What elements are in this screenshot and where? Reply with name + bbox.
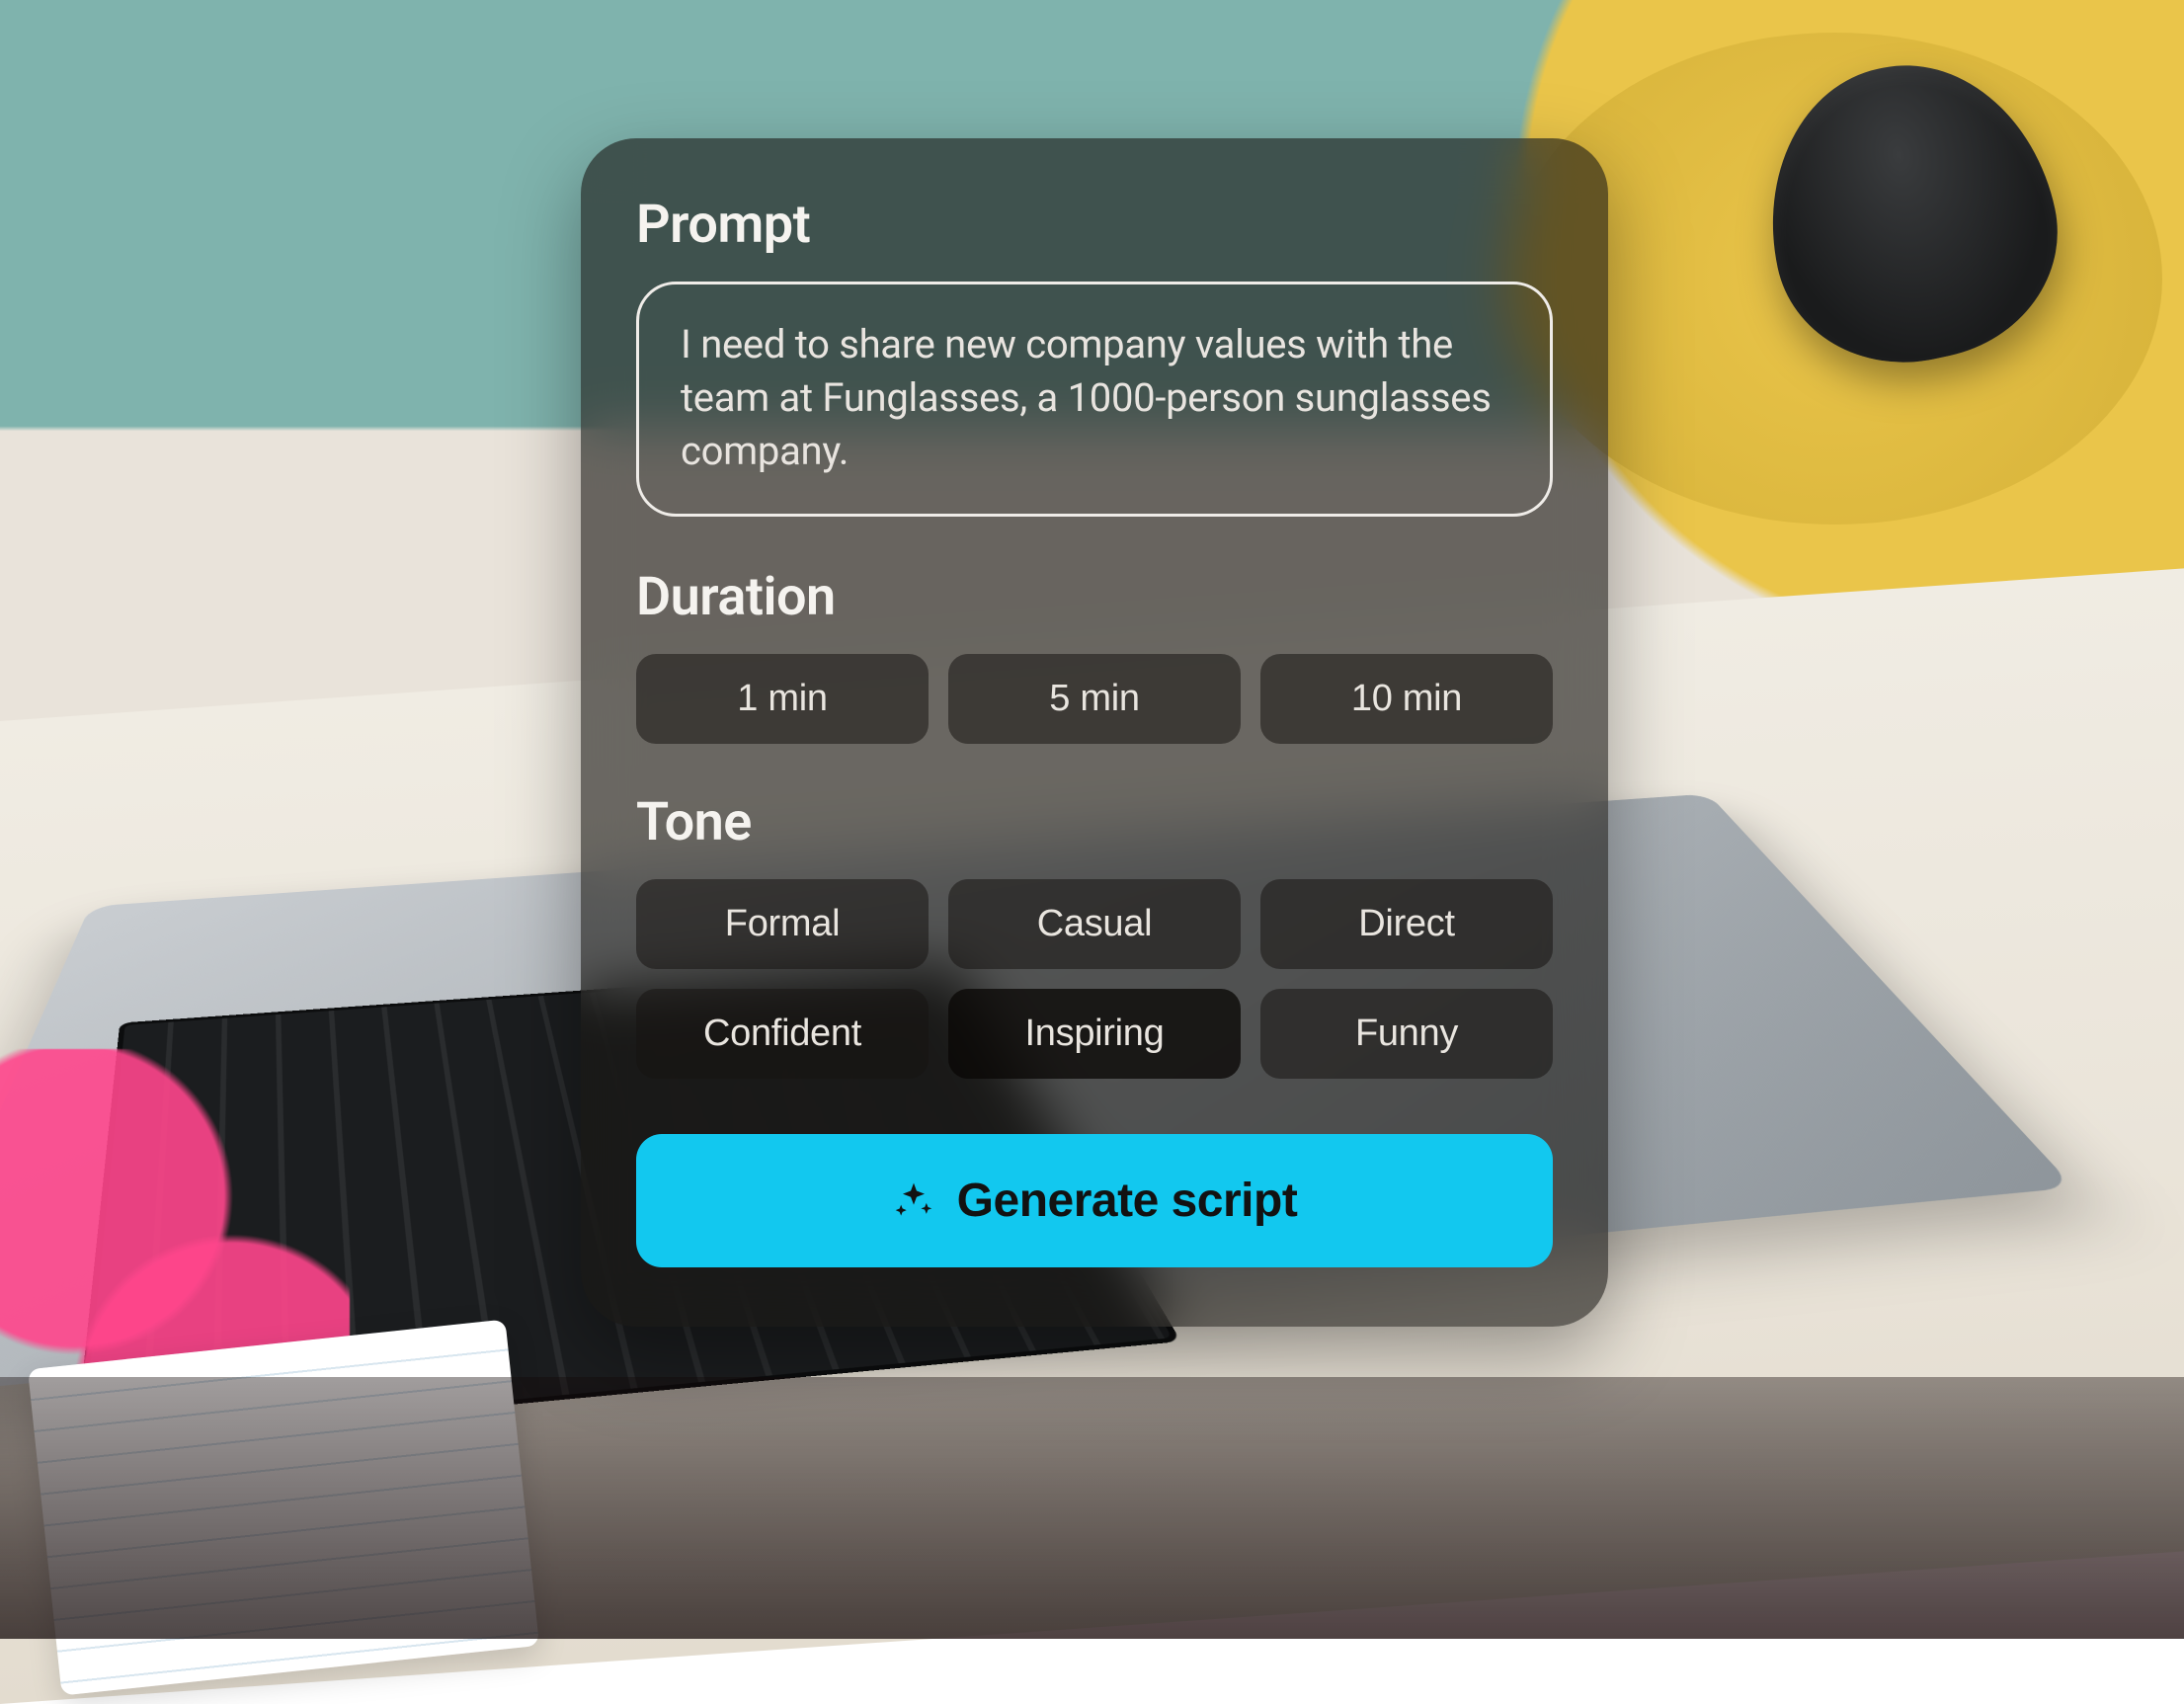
tone-option-confident[interactable]: Confident <box>636 989 929 1079</box>
background-under-desk-shadow <box>0 1377 2184 1639</box>
tone-option-direct[interactable]: Direct <box>1260 879 1553 969</box>
script-generator-card: Prompt I need to share new company value… <box>581 138 1608 1327</box>
prompt-input[interactable]: I need to share new company values with … <box>636 282 1553 517</box>
generate-script-button[interactable]: Generate script <box>636 1134 1553 1267</box>
tone-section-title: Tone <box>636 791 1553 853</box>
prompt-section-title: Prompt <box>636 194 1553 256</box>
duration-options: 1 min 5 min 10 min <box>636 654 1553 744</box>
tone-option-casual[interactable]: Casual <box>948 879 1241 969</box>
tone-options: Formal Casual Direct Confident Inspiring… <box>636 879 1553 1079</box>
generate-script-label: Generate script <box>957 1174 1298 1228</box>
tone-option-inspiring[interactable]: Inspiring <box>948 989 1241 1079</box>
duration-option-10min[interactable]: 10 min <box>1260 654 1553 744</box>
tone-option-formal[interactable]: Formal <box>636 879 929 969</box>
duration-option-5min[interactable]: 5 min <box>948 654 1241 744</box>
sparkle-icon <box>892 1179 935 1223</box>
tone-option-funny[interactable]: Funny <box>1260 989 1553 1079</box>
duration-option-1min[interactable]: 1 min <box>636 654 929 744</box>
duration-section-title: Duration <box>636 566 1553 628</box>
